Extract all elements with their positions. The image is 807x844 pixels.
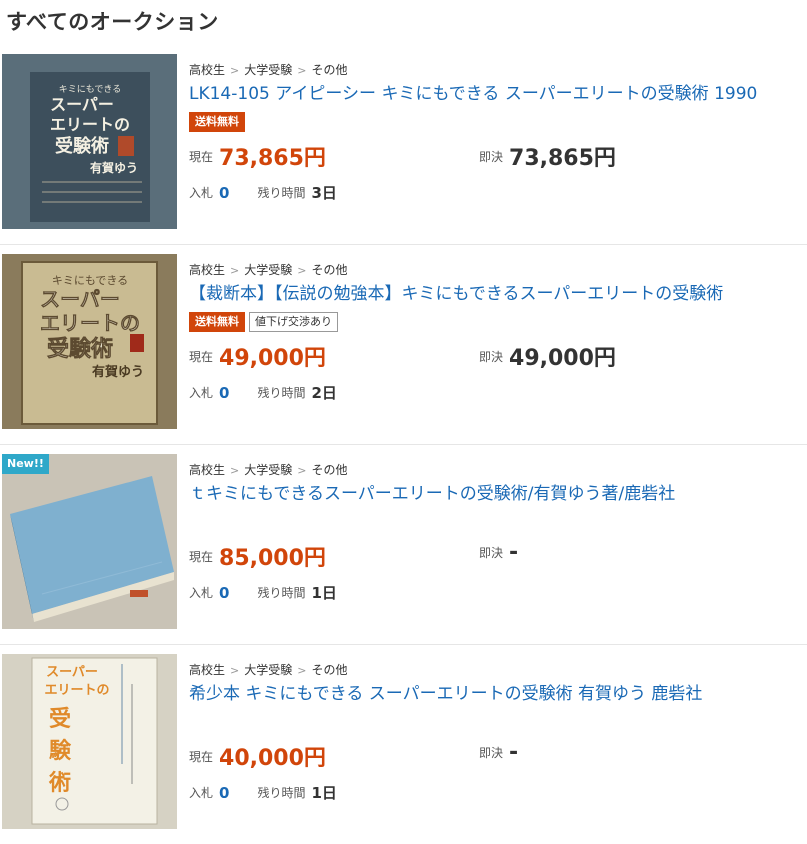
svg-text:キミにもできる: キミにもできる: [52, 274, 128, 287]
breadcrumb-separator: >: [230, 464, 240, 477]
current-price: 85,000円: [219, 546, 326, 571]
price-negotiable-badge: 値下げ交渉あり: [249, 312, 338, 332]
svg-text:スーパー: スーパー: [50, 95, 114, 114]
bid-count[interactable]: 0: [219, 384, 229, 402]
svg-text:験: 験: [49, 739, 72, 764]
breadcrumb-separator: >: [297, 464, 307, 477]
bid-count[interactable]: 0: [219, 584, 229, 602]
breadcrumb-item[interactable]: 高校生: [189, 263, 225, 277]
time-left-label: 残り時間: [257, 586, 306, 600]
svg-text:キミにもできる: キミにもできる: [59, 84, 121, 95]
item-title-link[interactable]: ｔキミにもできるスーパーエリートの受験術/有賀ゆう著/鹿砦社: [189, 481, 807, 507]
auction-list: キミにもできる スーパー エリートの 受験術 有賀ゆう 高校生 > 大学受験 > その他…: [0, 45, 807, 844]
breadcrumb-separator: >: [230, 664, 240, 677]
time-left: 1日: [311, 584, 337, 602]
current-price: 40,000円: [219, 746, 326, 771]
breadcrumb: 高校生 > 大学受験 > その他: [189, 261, 807, 278]
time-left-label: 残り時間: [257, 186, 306, 200]
breadcrumb: 高校生 > 大学受験 > その他: [189, 661, 807, 678]
current-price-label: 現在: [189, 149, 214, 164]
buynow-price: -: [509, 540, 519, 565]
breadcrumb: 高校生 > 大学受験 > その他: [189, 61, 807, 78]
svg-text:エリートの: エリートの: [44, 683, 109, 698]
item-thumbnail[interactable]: スーパー エリートの 受 験 術: [2, 654, 177, 829]
free-shipping-badge: 送料無料: [189, 112, 245, 132]
book-cover-image: スーパー エリートの 受 験 術: [2, 654, 177, 829]
auction-item: キミにもできる スーパー エリートの 受験術 有賀ゆう 高校生 > 大学受験 > その他…: [0, 245, 807, 445]
time-left-label: 残り時間: [257, 386, 306, 400]
current-price-label: 現在: [189, 349, 214, 364]
breadcrumb-item[interactable]: その他: [311, 63, 347, 77]
breadcrumb-separator: >: [230, 64, 240, 77]
bids-label: 入札: [189, 186, 214, 200]
svg-text:有賀ゆう: 有賀ゆう: [92, 364, 144, 380]
breadcrumb-item[interactable]: 大学受験: [244, 263, 292, 277]
svg-text:スーパー: スーパー: [40, 287, 120, 311]
svg-text:受験術: 受験術: [47, 336, 113, 362]
breadcrumb-item[interactable]: 大学受験: [244, 63, 292, 77]
svg-text:受験術: 受験術: [55, 135, 109, 157]
breadcrumb-item[interactable]: その他: [311, 263, 347, 277]
book-cover-image: キミにもできる スーパー エリートの 受験術 有賀ゆう: [2, 254, 177, 429]
breadcrumb-separator: >: [297, 664, 307, 677]
bids-label: 入札: [189, 586, 214, 600]
breadcrumb-item[interactable]: 大学受験: [244, 663, 292, 677]
buynow-price-label: 即決: [479, 746, 504, 760]
svg-text:エリートの: エリートの: [40, 311, 140, 335]
breadcrumb-item[interactable]: その他: [311, 663, 347, 677]
breadcrumb-separator: >: [297, 64, 307, 77]
time-left: 1日: [311, 784, 337, 802]
buynow-price-label: 即決: [479, 149, 504, 164]
auction-item: キミにもできる スーパー エリートの 受験術 有賀ゆう 高校生 > 大学受験 > その他…: [0, 45, 807, 245]
item-thumbnail[interactable]: キミにもできる スーパー エリートの 受験術 有賀ゆう: [2, 254, 177, 429]
auction-item: スーパー エリートの 受 験 術 高校生 > 大学受験 > その他 希少本 キミにもでき…: [0, 645, 807, 844]
auction-item: New!! 高校生 > 大学受験 > その他 ｔキミにもできるスーパーエリートの受験術/…: [0, 445, 807, 645]
current-price-label: 現在: [189, 549, 214, 564]
current-price: 49,000円: [219, 346, 326, 371]
free-shipping-badge: 送料無料: [189, 312, 245, 332]
current-price: 73,865円: [219, 146, 326, 171]
bid-count[interactable]: 0: [219, 784, 229, 802]
time-left-label: 残り時間: [257, 786, 306, 800]
new-badge: New!!: [2, 454, 49, 474]
breadcrumb-item[interactable]: その他: [311, 463, 347, 477]
buynow-price-label: 即決: [479, 349, 504, 364]
breadcrumb: 高校生 > 大学受験 > その他: [189, 461, 807, 478]
svg-text:受: 受: [49, 706, 71, 732]
item-thumbnail[interactable]: キミにもできる スーパー エリートの 受験術 有賀ゆう: [2, 54, 177, 229]
item-title-link[interactable]: 希少本 キミにもできる スーパーエリートの受験術 有賀ゆう 鹿砦社: [189, 681, 807, 707]
time-left: 3日: [311, 184, 337, 202]
time-left: 2日: [311, 384, 337, 402]
book-cover-image: キミにもできる スーパー エリートの 受験術 有賀ゆう: [2, 54, 177, 229]
bids-label: 入札: [189, 386, 214, 400]
breadcrumb-separator: >: [297, 264, 307, 277]
buynow-price: 73,865円: [509, 146, 616, 171]
svg-text:術: 術: [48, 770, 71, 796]
breadcrumb-item[interactable]: 大学受験: [244, 463, 292, 477]
svg-text:エリートの: エリートの: [50, 115, 130, 134]
current-price-label: 現在: [189, 749, 214, 764]
buynow-price: 49,000円: [509, 346, 616, 371]
item-thumbnail[interactable]: [2, 454, 177, 629]
breadcrumb-item[interactable]: 高校生: [189, 463, 225, 477]
bid-count[interactable]: 0: [219, 184, 229, 202]
book-cover-image: [2, 454, 177, 629]
bids-label: 入札: [189, 786, 214, 800]
buynow-price-label: 即決: [479, 546, 504, 560]
item-title-link[interactable]: 【裁断本】【伝説の勉強本】キミにもできるスーパーエリートの受験術: [189, 281, 807, 307]
breadcrumb-item[interactable]: 高校生: [189, 63, 225, 77]
page-title: すべてのオークション: [6, 10, 219, 34]
buynow-price: -: [509, 740, 519, 765]
svg-text:有賀ゆう: 有賀ゆう: [90, 160, 138, 175]
item-title-link[interactable]: LK14-105 アイピーシー キミにもできる スーパーエリートの受験術 199…: [189, 81, 807, 107]
svg-text:スーパー: スーパー: [46, 665, 98, 680]
breadcrumb-separator: >: [230, 264, 240, 277]
breadcrumb-item[interactable]: 高校生: [189, 663, 225, 677]
